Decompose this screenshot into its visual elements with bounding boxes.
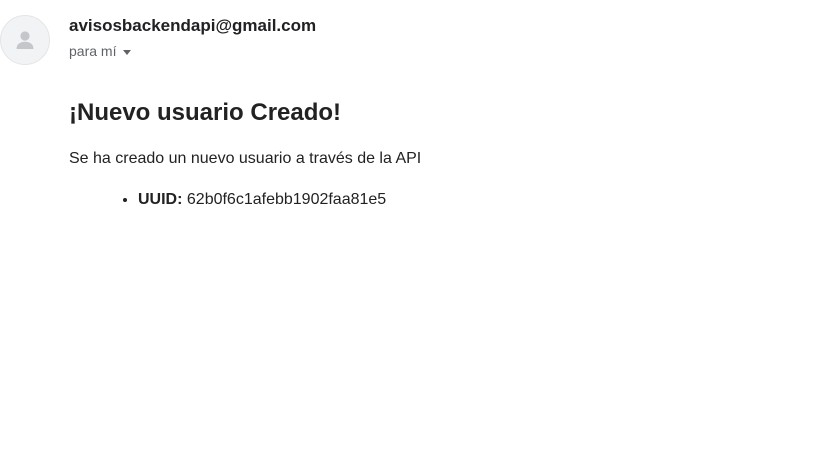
uuid-value: 62b0f6c1afebb1902faa81e5 — [186, 191, 387, 208]
sender-address[interactable]: avisosbackendapi@gmail.com — [69, 16, 316, 36]
email-view: avisosbackendapi@gmail.com para mí ¡Nuev… — [0, 0, 819, 460]
chevron-down-icon[interactable] — [123, 49, 132, 55]
email-description: Se ha creado un nuevo usuario a través d… — [69, 150, 422, 167]
recipient-label: para mí — [69, 43, 117, 59]
email-body: ¡Nuevo usuario Creado! Se ha creado un n… — [69, 97, 769, 210]
person-silhouette-icon — [16, 31, 34, 49]
list-item: UUID: 62b0f6c1afebb1902faa81e5 — [138, 190, 769, 210]
sender-avatar[interactable] — [0, 15, 50, 65]
details-list: UUID: 62b0f6c1afebb1902faa81e5 — [69, 190, 769, 210]
recipient-details-toggle[interactable]: para mí — [69, 43, 132, 59]
email-heading: ¡Nuevo usuario Creado! — [69, 99, 342, 126]
uuid-label: UUID: — [138, 191, 183, 208]
